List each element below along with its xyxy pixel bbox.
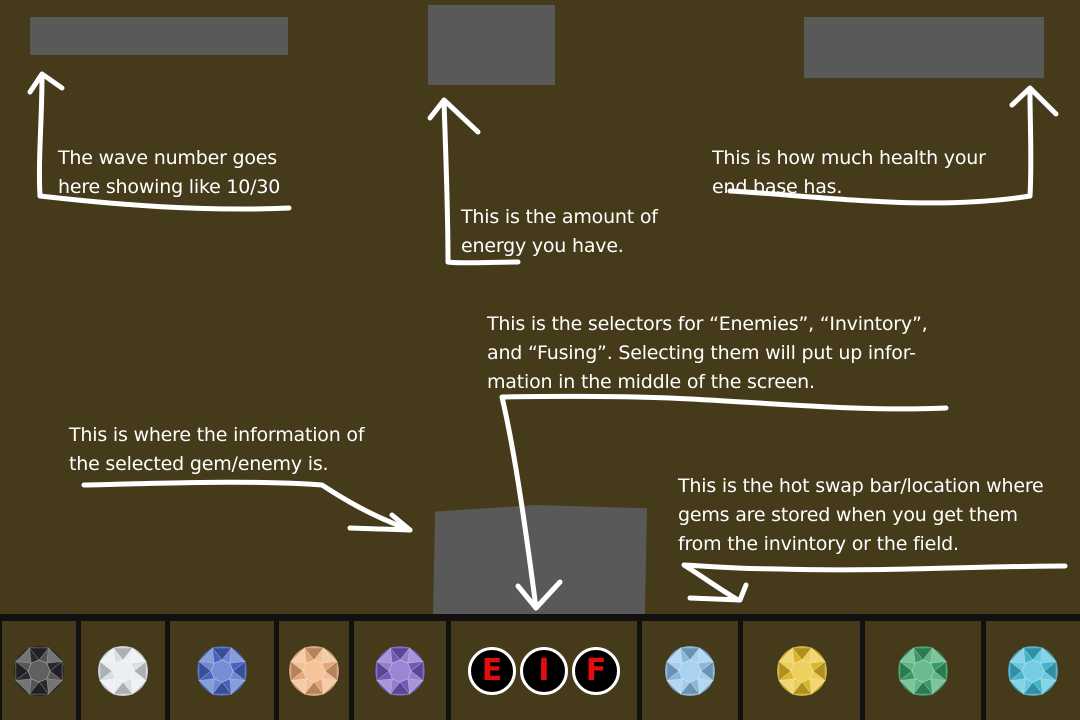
peach-gem-icon [289, 645, 339, 696]
gem-slot-2[interactable] [81, 621, 165, 720]
wave-arrowhead [27, 71, 65, 95]
selector-group: E I F [451, 621, 637, 720]
enemies-selector-button[interactable]: E [468, 646, 516, 695]
health-note: This is how much health your end base ha… [712, 147, 986, 198]
base-health-placeholder [804, 17, 1044, 78]
energy-arrowhead [427, 97, 481, 135]
wave-counter-placeholder [30, 17, 288, 55]
hot-swap-bar: E I F [0, 614, 1080, 720]
wave-note: The wave number goes here showing like 1… [58, 147, 281, 198]
gem-slot-9[interactable] [986, 621, 1080, 720]
energy-note: This is the amount of energy you have. [461, 206, 658, 257]
green-gem-icon [898, 645, 948, 696]
energy-display-placeholder [428, 5, 555, 85]
yellow-gem-icon [776, 645, 827, 696]
gem-slot-6[interactable] [642, 621, 738, 720]
gem-slot-3[interactable] [170, 621, 274, 720]
hotswap-arrow [681, 562, 1068, 603]
info-arrow [81, 479, 413, 533]
health-arrowhead [1009, 85, 1059, 117]
gem-slot-4[interactable] [279, 621, 349, 720]
info-note: This is where the information of the sel… [69, 424, 365, 475]
info-arrowhead [347, 512, 413, 533]
inventory-selector-button[interactable]: I [520, 646, 568, 695]
hotswap-arrowhead [687, 582, 749, 603]
gem-slot-1[interactable] [2, 621, 76, 720]
info-panel-placeholder [433, 505, 647, 615]
gem-slot-7[interactable] [743, 621, 860, 720]
black-gem-icon [14, 645, 64, 696]
light-blue-gem-icon [665, 645, 715, 696]
fusing-selector-button[interactable]: F [572, 646, 620, 695]
cyan-gem-icon [1008, 645, 1058, 696]
gem-slot-5[interactable] [354, 621, 446, 720]
white-gem-icon [98, 645, 148, 696]
selectors-note: This is the selectors for “Enemies”, “In… [487, 313, 928, 393]
purple-gem-icon [375, 645, 425, 696]
blue-gem-icon [197, 645, 247, 696]
gem-slot-8[interactable] [865, 621, 981, 720]
hotswap-note: This is the hot swap bar/location where … [678, 475, 1044, 555]
